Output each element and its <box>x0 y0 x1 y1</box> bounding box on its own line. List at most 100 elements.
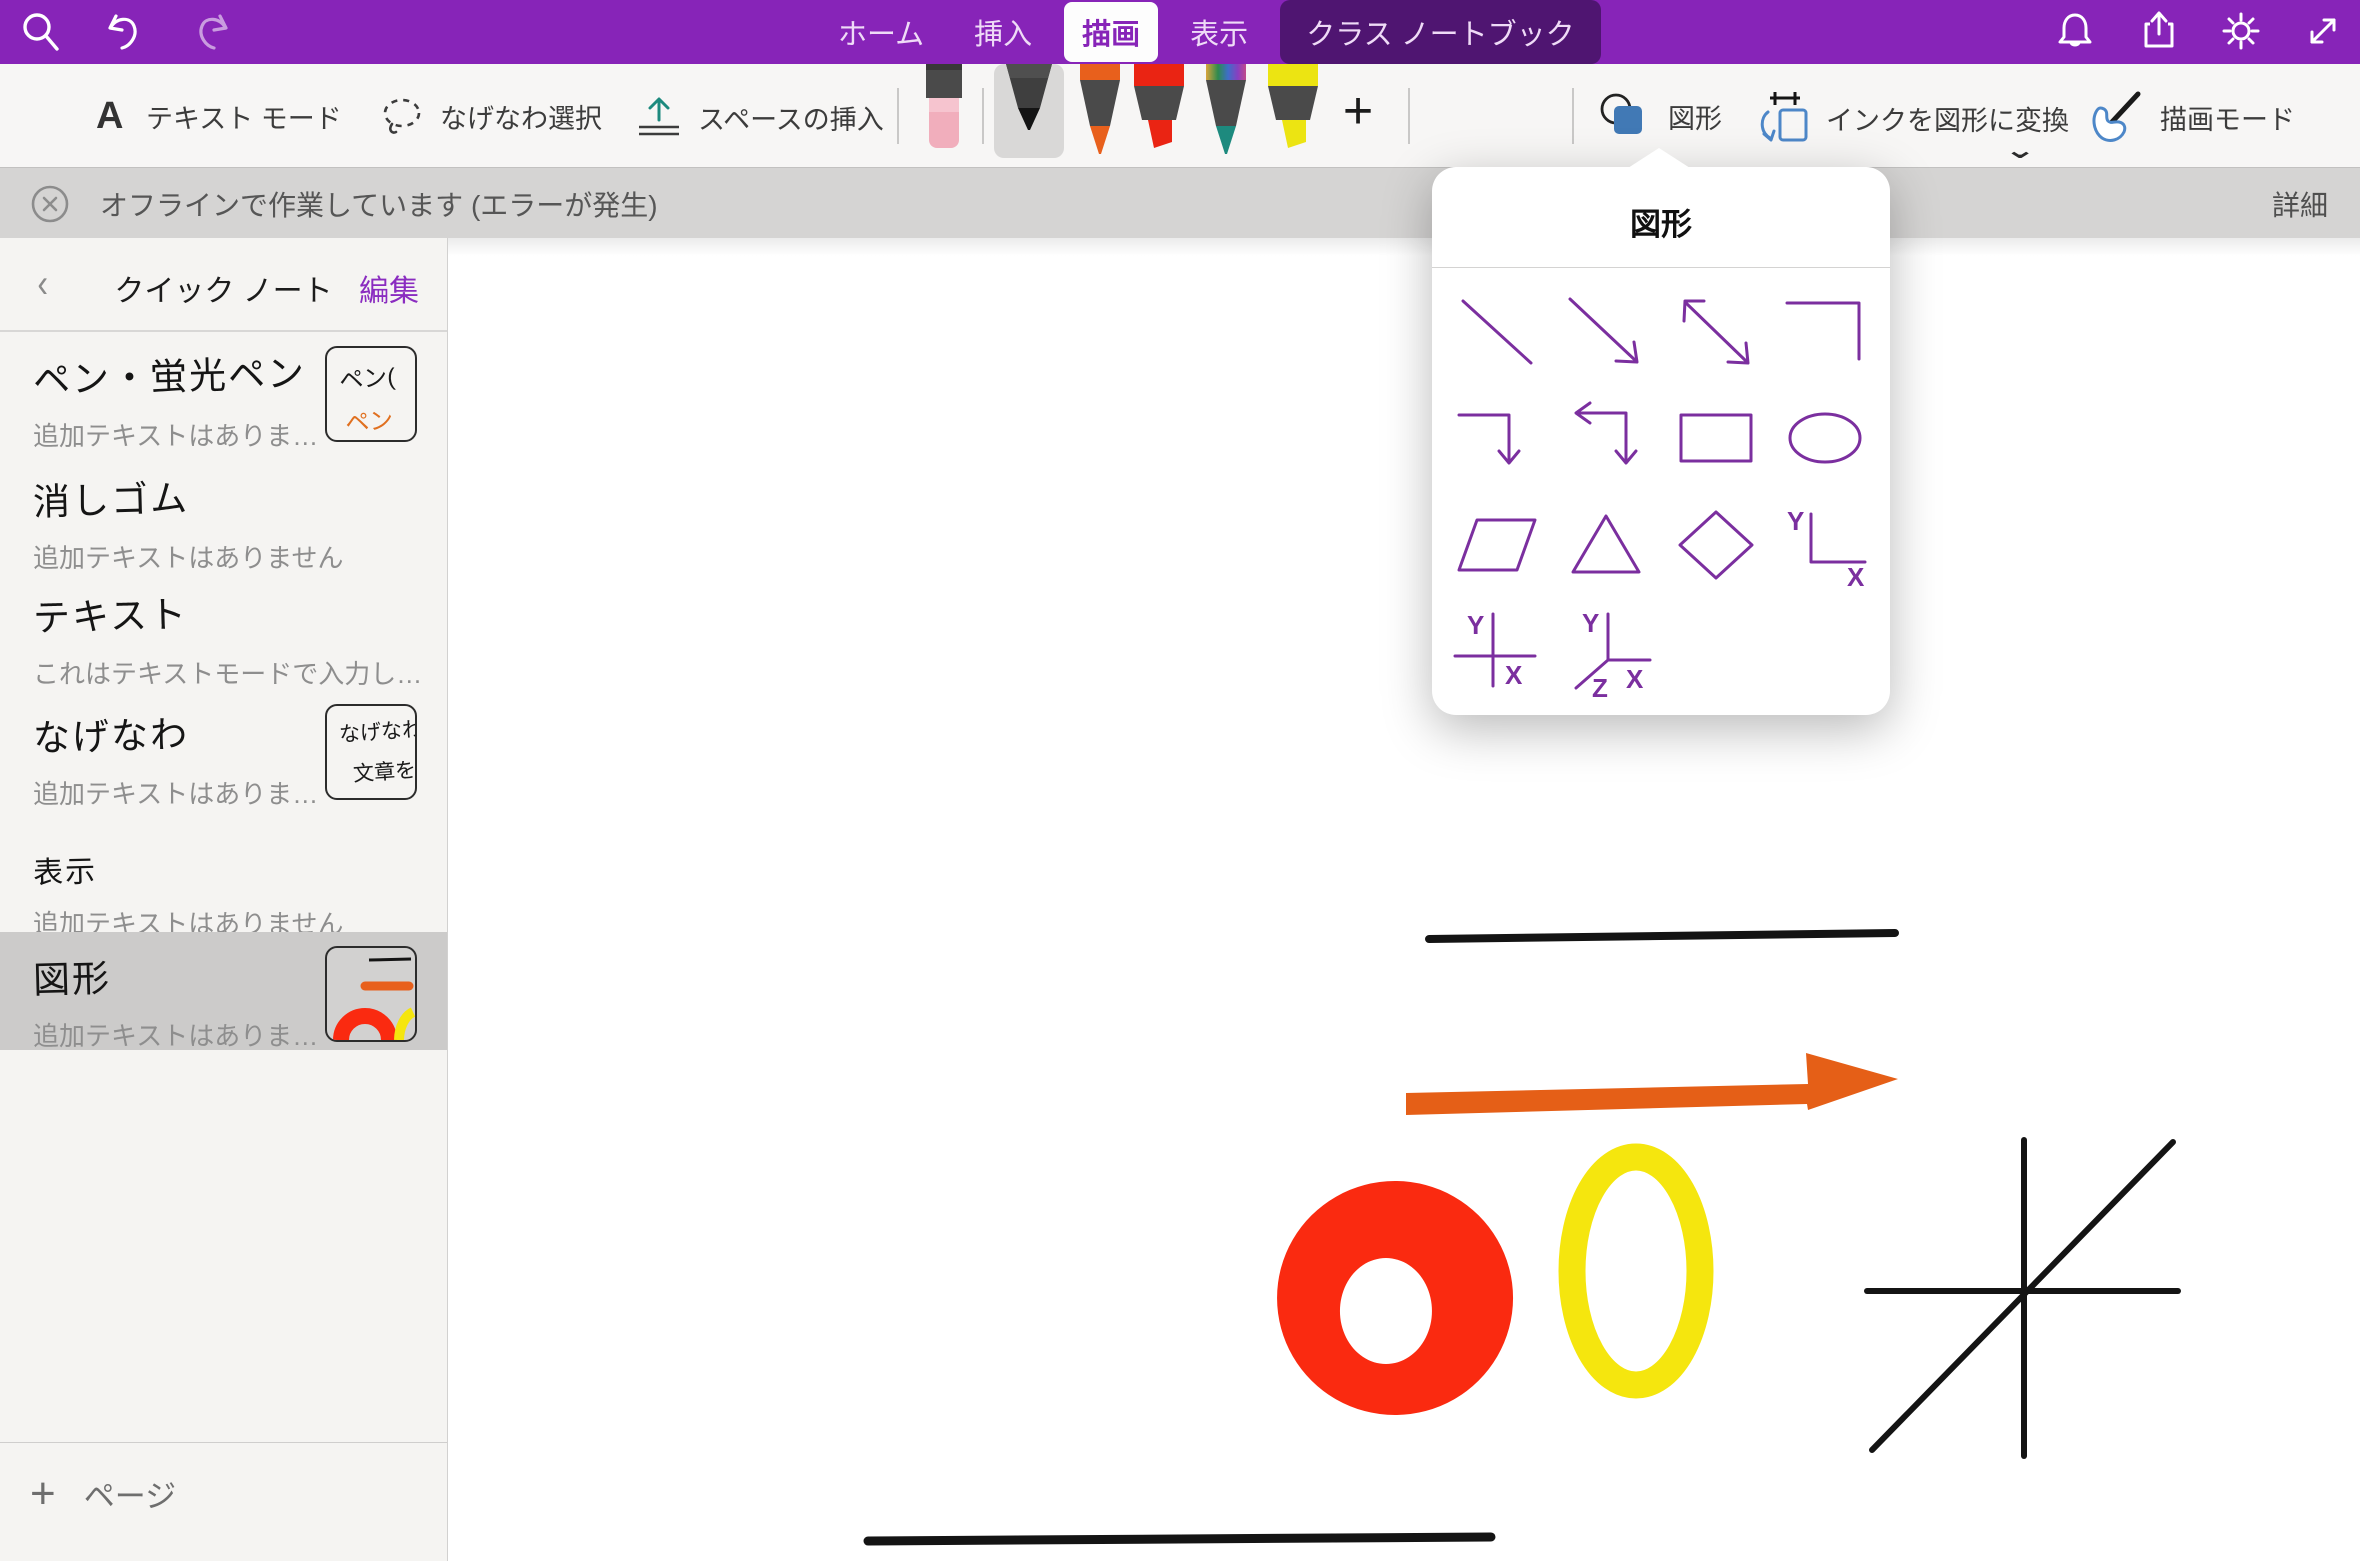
page-item-lasso[interactable]: なげなわ 追加テキストはありま… なげなわ 文章を <box>0 690 447 830</box>
settings-gear-icon[interactable] <box>2218 8 2264 54</box>
notifications-bell-icon[interactable] <box>2052 8 2098 54</box>
shapes-popup: 図形 YX YX YXZ <box>1432 167 1890 715</box>
shape-elbow-arrow-left-down[interactable] <box>1552 386 1662 493</box>
shape-triangle[interactable] <box>1552 492 1662 599</box>
thumb-text: ペン( <box>338 355 416 395</box>
shape-diamond[interactable] <box>1661 492 1771 599</box>
thumb-text: 文章を <box>352 754 416 788</box>
page-thumbnail: なげなわ 文章を <box>325 704 417 800</box>
ink-to-shape-icon <box>1756 90 1812 146</box>
ink-black-line-top <box>1429 933 1895 939</box>
pen-orange[interactable] <box>1072 64 1128 165</box>
drawing-canvas[interactable] <box>448 238 2360 1561</box>
text-mode-label: テキスト モード <box>146 97 342 136</box>
page-thumbnail: ペン( ペン <box>325 346 417 442</box>
shapes-label: 図形 <box>1668 97 1722 136</box>
tab-view[interactable]: 表示 <box>1172 2 1266 62</box>
tab-home[interactable]: ホーム <box>820 2 942 62</box>
ink-black-line-bottom <box>868 1537 1491 1541</box>
pen-black-selected[interactable]: ⌄ <box>994 64 1064 158</box>
page-list-sidebar: ‹ クイック ノート 編集 ペン・蛍光ペン 追加テキストはありま… ペン( ペン… <box>0 238 448 1561</box>
text-mode-button[interactable]: A テキスト モード <box>88 94 342 138</box>
lasso-label: なげなわ選択 <box>440 97 602 136</box>
search-icon[interactable] <box>18 8 64 54</box>
shape-corner-right-down[interactable] <box>1771 279 1881 386</box>
page-item-eraser[interactable]: 消しゴム 追加テキストはありません <box>0 454 447 570</box>
shape-axes-xyz[interactable]: YXZ <box>1552 599 1662 706</box>
draw-toolbar: A テキスト モード なげなわ選択 スペースの挿入 ⌄ <box>0 64 2360 168</box>
shape-arrow[interactable] <box>1552 279 1662 386</box>
page-item-title: 消しゴム <box>32 461 447 526</box>
ribbon-tabs: ホーム 挿入 描画 表示 クラス ノートブック <box>820 0 1601 64</box>
tab-draw[interactable]: 描画 <box>1064 2 1158 62</box>
draw-mode-hand-pen-icon <box>2086 90 2146 144</box>
insert-space-icon <box>634 94 684 140</box>
offline-detail-link[interactable]: 詳細 <box>2272 184 2328 224</box>
tab-class-notebook[interactable]: クラス ノートブック <box>1280 0 1600 64</box>
shape-parallelogram[interactable] <box>1442 492 1552 599</box>
highlighter-yellow[interactable] <box>1262 64 1324 165</box>
shape-empty-cell <box>1661 599 1771 706</box>
add-page-label: ページ <box>84 1471 176 1516</box>
fullscreen-expand-icon[interactable] <box>2300 8 2346 54</box>
draw-mode-label: 描画モード <box>2160 98 2295 137</box>
shape-empty-cell <box>1771 599 1881 706</box>
svg-text:X: X <box>1626 664 1644 694</box>
shapes-grid: YX YX YXZ <box>1442 279 1880 705</box>
page-item-shapes-selected[interactable]: 図形 追加テキストはありま… <box>0 932 447 1050</box>
thumb-text: なげなわ <box>338 713 416 748</box>
page-item-view[interactable]: 表示 追加テキストはありません <box>0 830 447 932</box>
lasso-select-button[interactable]: なげなわ選択 <box>378 94 602 138</box>
svg-text:X: X <box>1505 660 1523 690</box>
page-item-subtitle: これはテキストモードで入力し… <box>33 654 447 691</box>
shape-axes-xy[interactable]: YX <box>1771 492 1881 599</box>
ink-red-donut <box>1277 1181 1513 1415</box>
eraser-tool[interactable] <box>922 64 966 161</box>
toolbar-shadow <box>448 238 2360 256</box>
page-item-title: 表示 <box>32 837 447 892</box>
offline-message: オフラインで作業しています (エラーが発生) <box>100 184 658 224</box>
svg-text:Y: Y <box>1787 506 1804 536</box>
sidebar-footer: + ページ <box>0 1442 447 1561</box>
shape-rectangle[interactable] <box>1661 386 1771 493</box>
shapes-popup-title: 図形 <box>1432 199 1890 244</box>
shape-line[interactable] <box>1442 279 1552 386</box>
shape-double-arrow[interactable] <box>1661 279 1771 386</box>
redo-icon[interactable] <box>190 8 236 54</box>
share-icon[interactable] <box>2136 8 2182 54</box>
svg-text:A: A <box>96 95 123 137</box>
shapes-button[interactable]: 図形 <box>1596 90 1722 142</box>
ink-to-shape-label: インクを図形に変換 <box>1826 99 2069 138</box>
popup-callout-arrow <box>1628 148 1690 168</box>
svg-text:Y: Y <box>1582 608 1599 638</box>
plus-icon: + <box>30 1474 56 1514</box>
page-item-text[interactable]: テキスト これはテキストモードで入力し… <box>0 570 447 690</box>
insert-space-button[interactable]: スペースの挿入 <box>634 94 884 140</box>
add-page-button[interactable]: + ページ <box>30 1471 176 1516</box>
highlighter-red[interactable] <box>1128 64 1190 165</box>
tab-insert[interactable]: 挿入 <box>956 2 1050 62</box>
ink-crossed-axes <box>1867 1140 2178 1456</box>
thumb-text: ペン <box>344 399 416 439</box>
svg-text:Z: Z <box>1592 673 1608 699</box>
svg-text:X: X <box>1847 562 1865 592</box>
lasso-icon <box>378 94 426 138</box>
pen-rainbow[interactable] <box>1198 64 1254 165</box>
text-mode-icon: A <box>88 94 132 138</box>
svg-text:Y: Y <box>1467 610 1484 640</box>
shape-elbow-arrow-down[interactable] <box>1442 386 1552 493</box>
sidebar-header: ‹ クイック ノート 編集 <box>0 238 447 332</box>
add-pen-button[interactable]: + <box>1330 86 1386 142</box>
ink-yellow-ring <box>1572 1157 1700 1385</box>
top-bar: ホーム 挿入 描画 表示 クラス ノートブック <box>0 0 2360 64</box>
page-thumbnail <box>325 946 417 1042</box>
popup-divider <box>1432 267 1890 268</box>
ink-to-shape-button[interactable]: インクを図形に変換 <box>1756 90 2069 146</box>
undo-icon[interactable] <box>100 8 146 54</box>
draw-mode-button[interactable]: 描画モード <box>2086 90 2295 144</box>
shape-axes-cross[interactable]: YX <box>1442 599 1552 706</box>
page-item-pen-highlighter[interactable]: ペン・蛍光ペン 追加テキストはありま… ペン( ペン <box>0 332 447 454</box>
shape-ellipse[interactable] <box>1771 386 1881 493</box>
insert-space-label: スペースの挿入 <box>698 98 884 137</box>
edit-button[interactable]: 編集 <box>359 266 419 310</box>
